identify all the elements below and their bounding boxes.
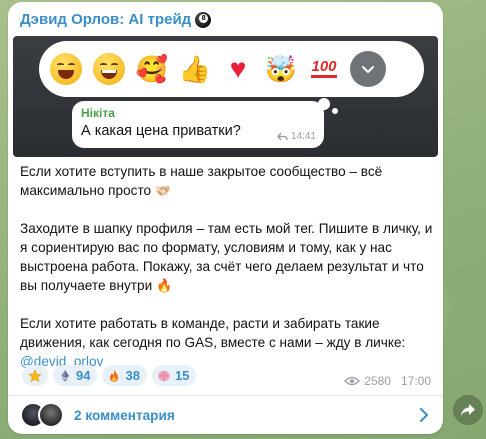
fire-icon — [110, 369, 119, 382]
share-arrow-icon — [461, 404, 475, 416]
reaction-ethereum[interactable]: 94 — [53, 365, 98, 386]
reaction-star[interactable] — [22, 365, 48, 386]
grinning-face-icon — [93, 53, 125, 85]
post-paragraph-2: Заходите в шапку профиля – там есть мой … — [20, 221, 433, 293]
message-time: 17:00 — [400, 374, 431, 388]
hundred-reaction[interactable]: 100 — [303, 48, 345, 90]
eye-icon — [344, 376, 361, 386]
heart-icon: ♥ — [229, 53, 247, 84]
mind-blown-reaction[interactable]: 🤯 — [260, 48, 302, 90]
post-paragraph-3: Если хотите работать в команде, расти и … — [20, 316, 406, 369]
reaction-brain[interactable]: 15 — [151, 365, 197, 386]
reaction-picker: 🥰 👍 ♥ 🤯 100 — [39, 41, 424, 97]
brain-icon — [157, 370, 170, 381]
channel-name[interactable]: Дэвид Орлов: AI трейд — [20, 11, 212, 28]
post-image[interactable]: 🥰 👍 ♥ 🤯 100 Нікіта А какая цена приватки… — [13, 36, 438, 157]
quote-meta: 14:41 — [277, 131, 316, 142]
fire-icon: 🔥 — [155, 278, 173, 293]
share-button[interactable] — [453, 395, 483, 425]
star-icon — [28, 368, 42, 382]
smiling-hearts-reaction[interactable]: 🥰 — [131, 48, 173, 90]
ethereum-icon — [61, 369, 69, 382]
quoted-message: Нікіта А какая цена приватки? 14:41 — [72, 101, 324, 148]
handshake-icon: 🫱🏻‍🫲🏼 — [154, 183, 172, 198]
reply-arrow-icon — [277, 132, 288, 141]
grinning-face-reaction[interactable] — [88, 48, 130, 90]
quote-author: Нікіта — [81, 106, 115, 120]
reaction-fire-count: 38 — [125, 368, 140, 383]
channel-name-text: Дэвид Орлов: AI трейд — [20, 11, 192, 28]
reaction-brain-count: 15 — [174, 368, 190, 383]
expand-reactions-button[interactable] — [350, 51, 386, 87]
chevron-down-icon — [362, 66, 374, 73]
comments-label: 2 комментария — [74, 407, 175, 423]
reaction-fire[interactable]: 38 — [102, 365, 147, 386]
chevron-right-icon — [420, 408, 428, 422]
laughing-face-icon — [50, 53, 82, 85]
post-paragraph-1: Если хотите вступить в наше закрытое соо… — [20, 164, 383, 198]
red-heart-reaction[interactable]: ♥ — [217, 48, 259, 90]
view-count: 2580 — [364, 374, 391, 388]
thumbs-up-reaction[interactable]: 👍 — [174, 48, 216, 90]
laughing-face-reaction[interactable] — [45, 48, 87, 90]
quote-time: 14:41 — [290, 131, 316, 142]
commenter-avatar — [38, 402, 64, 428]
reaction-ethereum-count: 94 — [76, 368, 91, 383]
hundred-icon: 100 — [311, 59, 337, 78]
post-text: Если хотите вступить в наше закрытое соо… — [20, 162, 434, 371]
channel-post[interactable]: Дэвид Орлов: AI трейд 🥰 👍 ♥ 🤯 100 — [8, 2, 443, 434]
eight-ball-icon — [195, 11, 212, 28]
message-meta: 2580 17:00 — [344, 374, 431, 388]
comments-button[interactable]: 2 комментария — [8, 396, 443, 434]
reactions-row: 94 38 15 — [22, 365, 197, 386]
